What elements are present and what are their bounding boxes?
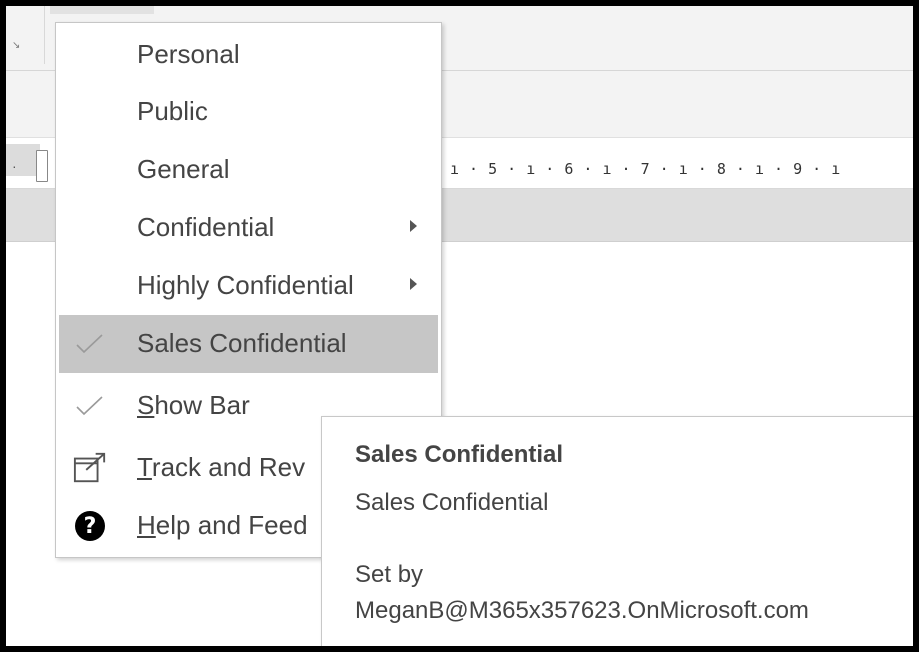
menu-item-label-rest: elp and Feed xyxy=(155,510,308,540)
checkmark-icon xyxy=(73,389,107,423)
menu-item-general[interactable]: General xyxy=(59,141,438,199)
help-icon: ? xyxy=(73,509,107,543)
menu-item-sales-confidential[interactable]: Sales Confidential xyxy=(59,315,438,373)
menu-item-label: Public xyxy=(137,96,208,126)
tooltip-title: Sales Confidential xyxy=(355,441,564,468)
indent-marker[interactable] xyxy=(36,150,48,182)
menu-item-label: Confidential xyxy=(137,212,275,242)
menu-item-confidential[interactable]: Confidential xyxy=(59,199,438,257)
menu-item-label: General xyxy=(137,154,230,184)
menu-item-label: Show Bar xyxy=(137,390,250,421)
menu-item-label: Track and Rev xyxy=(137,452,305,483)
menu-item-label: Sales Confidential xyxy=(137,328,347,358)
menu-item-highly-confidential[interactable]: Highly Confidential xyxy=(59,257,438,315)
accelerator-key: T xyxy=(137,452,152,482)
menu-item-label-rest: rack and Rev xyxy=(151,452,306,482)
checkmark-icon xyxy=(73,327,107,361)
menu-item-label-rest: how Bar xyxy=(154,390,250,420)
sensitivity-tooltip: Sales Confidential Sales Confidential Se… xyxy=(321,416,913,646)
dialog-launcher-icon[interactable]: ↘ xyxy=(12,40,20,51)
menu-item-personal[interactable]: Personal xyxy=(59,26,438,84)
submenu-arrow-icon xyxy=(410,278,417,290)
external-window-icon xyxy=(73,451,107,485)
ruler-ticks: ı · 5 · ı · 6 · ı · 7 · ı · 8 · ı · 9 · … xyxy=(450,160,841,178)
tooltip-description: Sales Confidential xyxy=(355,489,549,516)
ruler-dot: · xyxy=(12,158,17,174)
ribbon-tab[interactable] xyxy=(50,6,154,14)
accelerator-key: H xyxy=(137,510,156,540)
tooltip-set-by-user: MeganB@M365x357623.OnMicrosoft.com xyxy=(355,597,809,624)
menu-item-label: Help and Feed xyxy=(137,510,308,541)
menu-item-public[interactable]: Public xyxy=(59,83,438,141)
screenshot-frame: ↘ · ı · 5 · ı · 6 · ı · 7 · ı · 8 · ı · … xyxy=(0,0,919,652)
menu-item-label: Personal xyxy=(137,39,240,69)
tooltip-set-by-label: Set by xyxy=(355,561,424,588)
ruler-margin: · xyxy=(6,144,40,176)
submenu-arrow-icon xyxy=(410,220,417,232)
menu-item-label: Highly Confidential xyxy=(137,270,354,300)
accelerator-key: S xyxy=(137,390,155,420)
ribbon-divider xyxy=(44,6,45,64)
svg-text:?: ? xyxy=(84,514,97,539)
